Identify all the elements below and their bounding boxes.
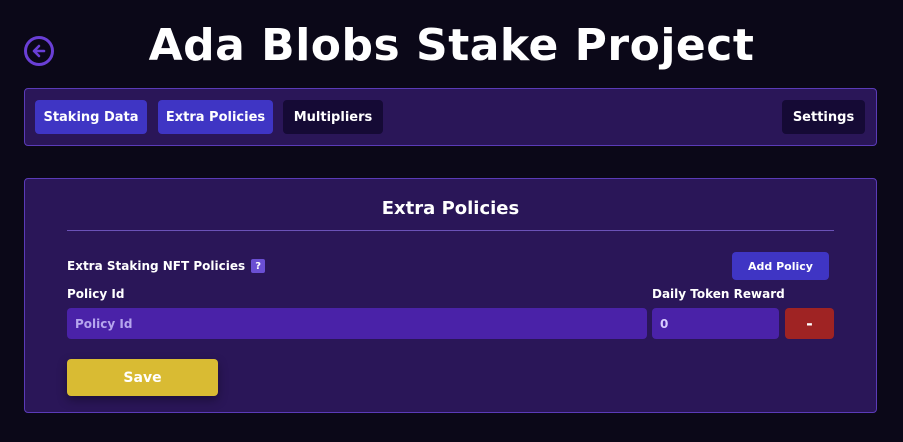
add-policy-button[interactable]: Add Policy <box>732 252 829 280</box>
policy-id-input[interactable] <box>67 308 647 339</box>
section-label: Extra Staking NFT Policies ? <box>67 259 266 273</box>
nav-bar: Staking Data Extra Policies Multipliers … <box>24 88 877 146</box>
extra-policies-panel: Extra Policies Extra Staking NFT Policie… <box>24 178 877 413</box>
tab-staking-data[interactable]: Staking Data <box>35 100 147 134</box>
tab-multipliers[interactable]: Multipliers <box>283 100 383 134</box>
help-icon[interactable]: ? <box>251 259 266 273</box>
settings-button[interactable]: Settings <box>782 100 865 134</box>
section-label-text: Extra Staking NFT Policies <box>67 259 246 273</box>
daily-token-reward-input[interactable] <box>652 308 779 339</box>
save-button[interactable]: Save <box>67 359 218 396</box>
daily-token-reward-label: Daily Token Reward <box>652 287 785 301</box>
remove-policy-button[interactable]: - <box>785 308 834 339</box>
tab-extra-policies[interactable]: Extra Policies <box>158 100 273 134</box>
page-title: Ada Blobs Stake Project <box>148 20 755 71</box>
panel-divider <box>67 230 834 231</box>
policy-id-label: Policy Id <box>67 287 125 301</box>
panel-title: Extra Policies <box>381 198 520 219</box>
